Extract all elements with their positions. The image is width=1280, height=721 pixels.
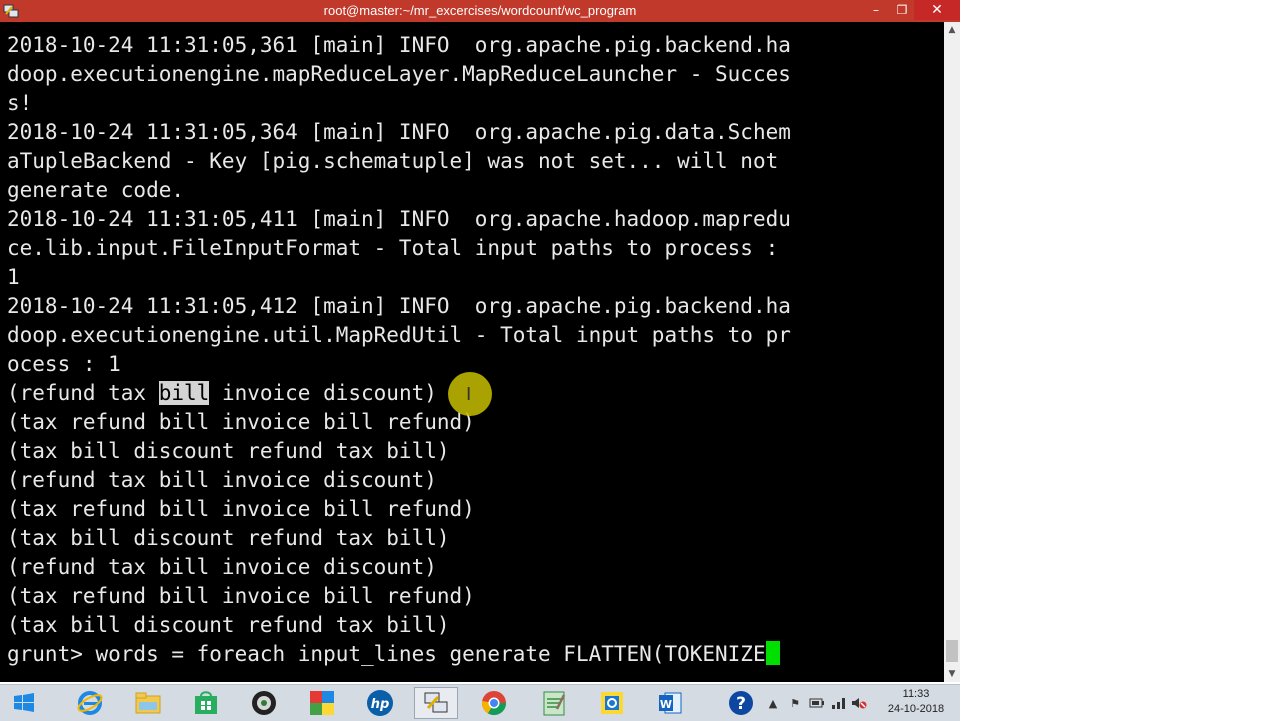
output-line: (tax refund bill invoice bill refund) — [7, 584, 475, 608]
help-icon[interactable]: ? — [726, 685, 756, 721]
log-line: 2018-10-24 11:31:05,364 [main] INFO org.… — [7, 120, 791, 144]
battery-icon[interactable] — [808, 685, 826, 721]
text-selection: bill — [158, 381, 210, 405]
log-line: 1 — [7, 265, 20, 289]
window-titlebar[interactable]: root@master:~/mr_excercises/wordcount/wc… — [0, 0, 960, 22]
network-icon[interactable] — [830, 685, 848, 721]
log-line: 2018-10-24 11:31:05,411 [main] INFO org.… — [7, 207, 791, 231]
file-explorer-icon[interactable] — [126, 687, 170, 719]
flag-icon[interactable]: ⚑ — [786, 685, 804, 721]
output-line: (refund tax bill invoice discount) — [7, 555, 437, 579]
clock-date: 24-10-2018 — [887, 703, 945, 715]
log-line: doop.executionengine.mapReduceLayer.MapR… — [7, 62, 791, 86]
output-line: (refund tax bill invoice discount) — [7, 468, 437, 492]
svg-text:?: ? — [736, 694, 746, 714]
outlook-icon[interactable] — [590, 687, 634, 719]
log-line: doop.executionengine.util.MapRedUtil - T… — [7, 323, 791, 347]
notepad-icon[interactable] — [532, 687, 576, 719]
output-line-selected: (refund tax bill invoice discount) — [7, 379, 791, 408]
hp-icon[interactable]: hp — [358, 687, 402, 719]
maximize-button[interactable]: ❐ — [888, 0, 916, 20]
output-text: invoice discount) — [209, 381, 437, 405]
log-line: 2018-10-24 11:31:05,361 [main] INFO org.… — [7, 33, 791, 57]
output-line: (tax bill discount refund tax bill) — [7, 439, 450, 463]
terminal-lines: 2018-10-24 11:31:05,361 [main] INFO org.… — [7, 31, 791, 669]
output-line: (tax refund bill invoice bill refund) — [7, 497, 475, 521]
puzzle-app-icon[interactable] — [300, 687, 344, 719]
windows-start-icon[interactable] — [2, 687, 46, 719]
scrollbar-thumb[interactable] — [946, 640, 958, 662]
system-clock[interactable]: 11:33 24-10-2018 — [872, 687, 960, 717]
log-line: s! — [7, 91, 33, 115]
windows-taskbar: hp W ? ▲ ⚑ 11:33 24-10-2018 — [0, 684, 960, 721]
clock-time: 11:33 — [902, 688, 930, 700]
output-line: (tax bill discount refund tax bill) — [7, 526, 450, 550]
log-line: ocess : 1 — [7, 352, 121, 376]
svg-text:W: W — [660, 698, 672, 711]
mouse-highlight: I — [448, 372, 492, 416]
store-icon[interactable] — [184, 687, 228, 719]
internet-explorer-icon[interactable] — [68, 687, 112, 719]
vertical-scrollbar[interactable]: ▲ ▼ — [944, 22, 960, 682]
command-prompt-line[interactable]: grunt> words = foreach input_lines gener… — [7, 640, 791, 669]
terminal-output[interactable]: 2018-10-24 11:31:05,361 [main] INFO org.… — [0, 22, 944, 682]
log-line: ce.lib.input.FileInputFormat - Total inp… — [7, 236, 779, 260]
scroll-down-arrow-icon[interactable]: ▼ — [944, 666, 960, 682]
log-line: 2018-10-24 11:31:05,412 [main] INFO org.… — [7, 294, 791, 318]
chrome-icon[interactable] — [472, 687, 516, 719]
log-line: aTupleBackend - Key [pig.schematuple] wa… — [7, 149, 779, 173]
text-cursor — [765, 641, 780, 665]
network-tool-icon[interactable] — [414, 687, 458, 719]
volume-muted-icon[interactable] — [850, 685, 868, 721]
close-button[interactable]: ✕ — [914, 0, 960, 20]
word-icon[interactable]: W — [648, 687, 692, 719]
window-title: root@master:~/mr_excercises/wordcount/wc… — [323, 3, 637, 18]
command-text: grunt> words = foreach input_lines gener… — [7, 642, 766, 666]
ibeam-cursor-icon: I — [466, 384, 472, 405]
svg-text:hp: hp — [371, 697, 390, 712]
minimize-button[interactable]: – — [862, 0, 890, 20]
scroll-up-arrow-icon[interactable]: ▲ — [944, 22, 960, 38]
output-line: (tax refund bill invoice bill refund) — [7, 410, 475, 434]
tray-expand-icon[interactable]: ▲ — [766, 685, 780, 721]
output-line: (tax bill discount refund tax bill) — [7, 613, 450, 637]
media-app-icon[interactable] — [242, 687, 286, 719]
output-text: (refund tax — [7, 381, 159, 405]
log-line: generate code. — [7, 178, 185, 202]
